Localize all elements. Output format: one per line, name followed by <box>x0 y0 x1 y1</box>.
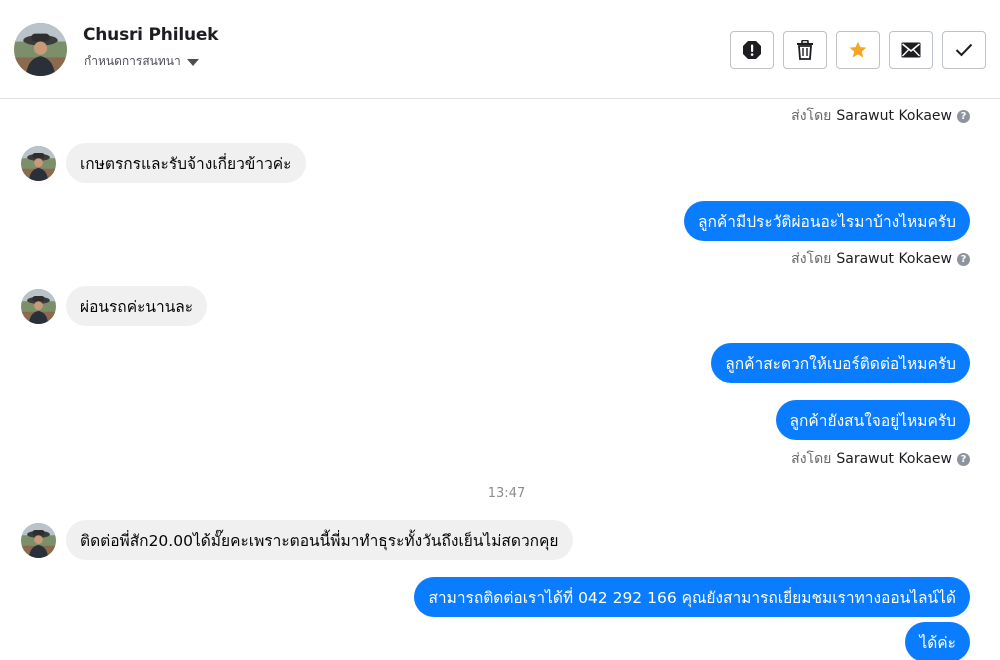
help-icon[interactable]: ? <box>957 252 970 266</box>
sender-name: Sarawut Kokaew <box>836 451 952 467</box>
contact-avatar-small[interactable] <box>21 289 56 324</box>
conversation-header: Chusri Philuek กำหนดการสนทนา <box>0 0 1000 99</box>
sent-by-label: ส่งโดย Sarawut Kokaew ? <box>791 448 970 470</box>
delete-button[interactable] <box>783 31 827 69</box>
header-actions <box>730 31 986 69</box>
sent-by-label: ส่งโดย Sarawut Kokaew ? <box>791 105 970 127</box>
incoming-message: ผ่อนรถค่ะนานละ <box>21 286 208 326</box>
mail-icon <box>901 42 921 58</box>
sent-by-label: ส่งโดย Sarawut Kokaew ? <box>791 248 970 270</box>
outgoing-message-bubble[interactable]: สามารถติดต่อเราได้ที่ 042 292 166 คุณยัง… <box>414 577 970 617</box>
star-icon <box>849 41 867 58</box>
outgoing-message-bubble[interactable]: ลูกค้ายังสนใจอยู่ไหมครับ <box>775 400 970 440</box>
incoming-message: ติดต่อพี่สัก20.00ได้มั๊ยคะเพราะตอนนี้พี่… <box>21 520 573 560</box>
contact-avatar-small[interactable] <box>21 523 56 558</box>
check-icon <box>955 43 973 57</box>
mark-done-button[interactable] <box>942 31 986 69</box>
alert-icon <box>743 41 761 59</box>
contact-avatar-small[interactable] <box>21 146 56 181</box>
contact-name[interactable]: Chusri Philuek <box>83 25 218 45</box>
message-bubble[interactable]: ผ่อนรถค่ะนานละ <box>66 286 208 326</box>
message-bubble[interactable]: เกษตรกรและรับจ้างเกี่ยวข้าวค่ะ <box>66 143 306 183</box>
outgoing-message-bubble[interactable]: ได้ค่ะ <box>905 622 970 660</box>
conversation-schedule-label: กำหนดการสนทนา <box>84 54 181 68</box>
incoming-message: เกษตรกรและรับจ้างเกี่ยวข้าวค่ะ <box>21 143 306 183</box>
report-spam-button[interactable] <box>730 31 774 69</box>
outgoing-message-bubble[interactable]: ลูกค้ามีประวัติผ่อนอะไรมาบ้างไหมครับ <box>684 201 970 241</box>
message-timestamp: 13:47 <box>487 486 526 501</box>
sender-name: Sarawut Kokaew <box>836 251 952 267</box>
conversation-schedule-dropdown[interactable]: กำหนดการสนทนา <box>84 52 199 71</box>
sender-name: Sarawut Kokaew <box>836 108 952 124</box>
help-icon[interactable]: ? <box>957 452 970 466</box>
trash-icon <box>797 40 813 60</box>
message-bubble[interactable]: ติดต่อพี่สัก20.00ได้มั๊ยคะเพราะตอนนี้พี่… <box>66 520 573 560</box>
caret-down-icon <box>186 58 199 66</box>
contact-avatar[interactable] <box>14 23 67 76</box>
outgoing-message-bubble[interactable]: ลูกค้าสะดวกให้เบอร์ติดต่อไหมครับ <box>711 343 970 383</box>
mark-unread-button[interactable] <box>889 31 933 69</box>
star-button[interactable] <box>836 31 880 69</box>
help-icon[interactable]: ? <box>957 109 970 123</box>
